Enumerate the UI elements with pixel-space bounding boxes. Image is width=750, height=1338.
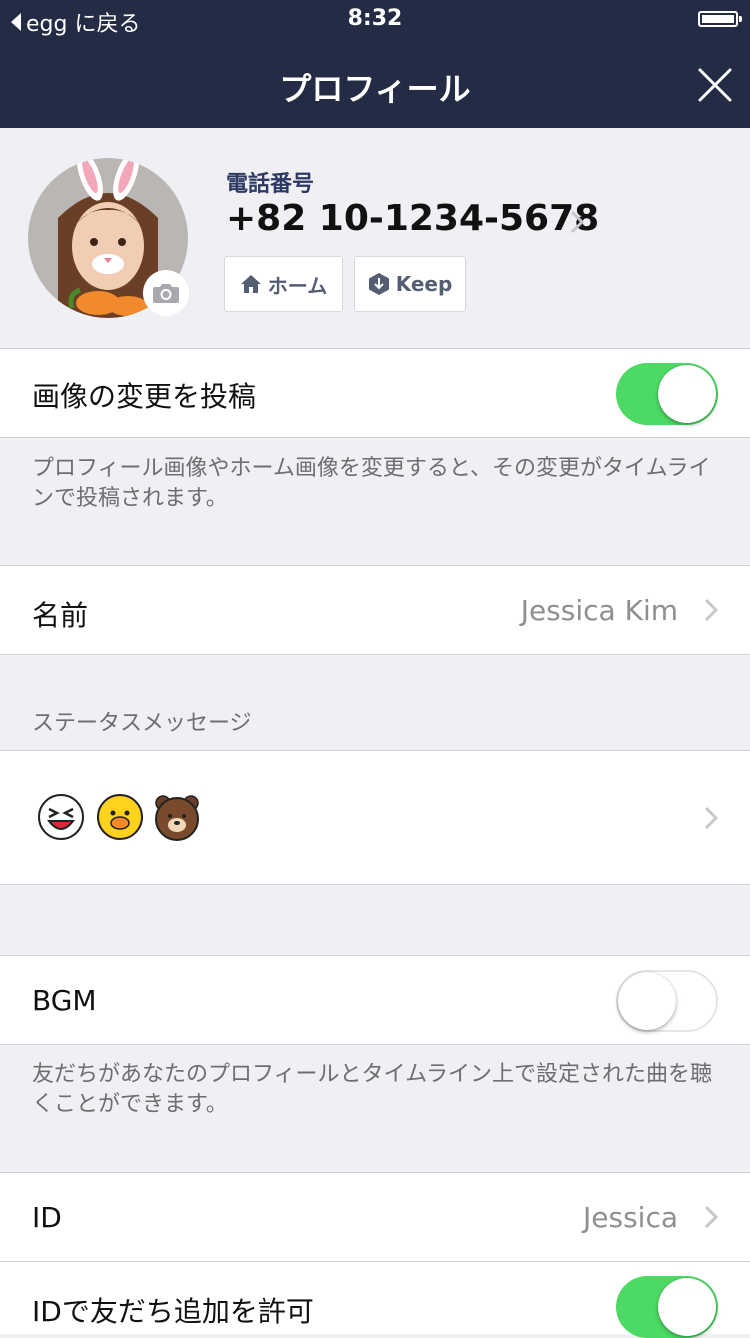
camera-icon[interactable] bbox=[143, 270, 189, 316]
status-bar: egg に戻る 8:32 bbox=[0, 0, 750, 40]
chick-sticker-icon bbox=[97, 794, 143, 840]
battery-icon bbox=[698, 11, 742, 27]
post-image-change-row: 画像の変更を投稿 bbox=[0, 348, 750, 438]
id-value: Jessica bbox=[583, 1201, 678, 1234]
post-image-change-label: 画像の変更を投稿 bbox=[32, 380, 257, 413]
page-title: プロフィール bbox=[279, 70, 471, 108]
nav-bar: プロフィール bbox=[0, 40, 750, 128]
bear-sticker-icon bbox=[155, 795, 199, 841]
close-icon[interactable] bbox=[698, 68, 732, 102]
chevron-right-icon bbox=[704, 598, 718, 622]
home-icon bbox=[240, 275, 261, 293]
allow-add-by-id-toggle[interactable] bbox=[616, 1276, 718, 1338]
chevron-right-icon bbox=[704, 806, 718, 830]
name-row[interactable]: 名前 Jessica Kim bbox=[0, 565, 750, 655]
post-image-change-toggle[interactable] bbox=[616, 363, 718, 425]
bgm-toggle[interactable] bbox=[616, 970, 718, 1032]
id-label: ID bbox=[32, 1201, 62, 1234]
keep-button-label: Keep bbox=[395, 272, 453, 296]
status-time: 8:32 bbox=[347, 6, 403, 31]
profile-header: 電話番号 +82 10-1234-5678 ホーム Keep bbox=[0, 128, 750, 348]
chevron-right-icon bbox=[704, 1205, 718, 1229]
bgm-note: 友だちがあなたのプロフィールとタイムライン上で設定された曲を聴くことができます。 bbox=[32, 1062, 713, 1117]
post-image-change-note: プロフィール画像やホーム画像を変更すると、その変更がタイムラインで投稿されます。 bbox=[32, 456, 711, 511]
id-row[interactable]: ID Jessica bbox=[0, 1172, 750, 1262]
keep-icon bbox=[368, 273, 389, 295]
face-sticker-icon bbox=[38, 794, 84, 840]
status-message-row[interactable] bbox=[0, 750, 750, 885]
status-message-header: ステータスメッセージ bbox=[32, 711, 252, 736]
allow-add-by-id-label: IDで友だち追加を許可 bbox=[32, 1295, 314, 1328]
keep-button[interactable]: Keep bbox=[354, 256, 466, 312]
home-button[interactable]: ホーム bbox=[224, 256, 343, 312]
name-label: 名前 bbox=[32, 599, 89, 632]
chevron-right-icon bbox=[570, 210, 584, 234]
allow-add-by-id-row: IDで友だち追加を許可 bbox=[0, 1261, 750, 1338]
name-value: Jessica Kim bbox=[520, 594, 678, 627]
phone-number[interactable]: +82 10-1234-5678 bbox=[226, 198, 599, 239]
bgm-row: BGM bbox=[0, 955, 750, 1045]
bgm-label: BGM bbox=[32, 984, 97, 1017]
phone-label: 電話番号 bbox=[226, 172, 315, 197]
home-button-label: ホーム bbox=[267, 273, 328, 298]
